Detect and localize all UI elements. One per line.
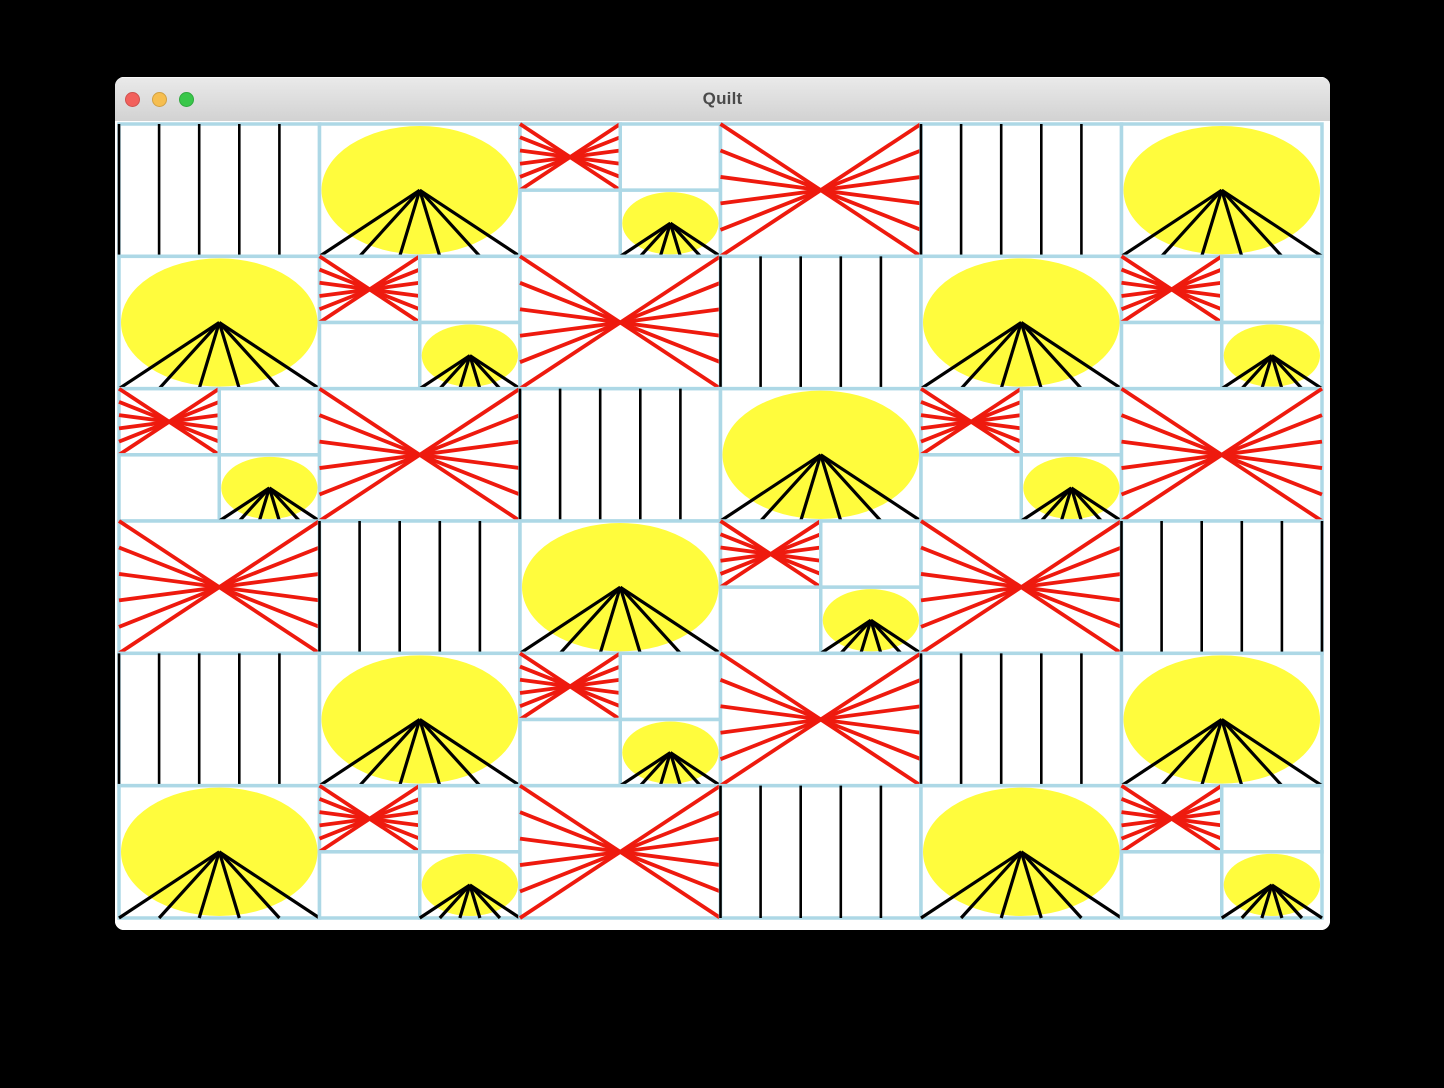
quilt-block-vlines <box>119 124 320 256</box>
quilt-block-subdivided <box>320 256 521 388</box>
sub-patch-blank <box>520 720 620 786</box>
quilt-block-subdivided <box>119 389 320 521</box>
sub-patch-crossx <box>721 521 821 587</box>
quilt-block-subdivided <box>921 389 1122 521</box>
quilt-block-fan <box>921 256 1122 388</box>
sub-patch-fan <box>1222 852 1322 918</box>
sub-patch-blank <box>620 124 720 190</box>
sub-patch-fan <box>620 720 720 786</box>
sub-patch-blank <box>1122 852 1222 918</box>
sub-patch-blank <box>320 852 420 918</box>
quilt-window: Quilt <box>115 77 1330 930</box>
sub-patch-crossx <box>520 124 620 190</box>
window-title: Quilt <box>703 89 743 109</box>
quilt-block-subdivided <box>1122 256 1323 388</box>
sub-patch-crossx <box>1122 256 1222 322</box>
quilt-block-vlines <box>721 256 922 388</box>
sub-patch-fan <box>620 190 720 256</box>
quilt-block-fan <box>520 521 721 653</box>
sub-patch-fan <box>420 323 520 389</box>
quilt-block-subdivided <box>1122 786 1323 918</box>
sub-patch-blank <box>420 256 520 322</box>
quilt-block-subdivided <box>520 653 721 785</box>
sub-patch-crossx <box>520 653 620 719</box>
quilt-block-vlines <box>921 653 1122 785</box>
quilt-block-fan <box>320 124 521 256</box>
sub-patch-fan <box>821 587 921 653</box>
quilt-block-vlines <box>119 653 320 785</box>
quilt-block-vlines <box>1122 521 1323 653</box>
sub-patch-crossx <box>921 389 1021 455</box>
quilt-block-fan <box>721 389 922 521</box>
quilt-block-vlines <box>520 389 721 521</box>
sub-patch-crossx <box>320 256 420 322</box>
sub-patch-blank <box>520 190 620 256</box>
quilt-block-fan <box>119 786 320 918</box>
title-bar[interactable]: Quilt <box>115 77 1330 122</box>
sub-patch-blank <box>320 323 420 389</box>
sub-patch-blank <box>821 521 921 587</box>
quilt-block-crossx <box>520 256 721 388</box>
sub-patch-crossx <box>1122 786 1222 852</box>
close-button[interactable] <box>125 92 140 107</box>
sub-patch-crossx <box>119 389 219 455</box>
sub-patch-blank <box>1122 323 1222 389</box>
sub-patch-blank <box>219 389 319 455</box>
quilt-block-fan <box>921 786 1122 918</box>
quilt-block-crossx <box>119 521 320 653</box>
sub-patch-blank <box>620 653 720 719</box>
sub-patch-blank <box>420 786 520 852</box>
sub-patch-fan <box>1222 323 1322 389</box>
minimize-button[interactable] <box>152 92 167 107</box>
quilt-block-crossx <box>520 786 721 918</box>
quilt-block-fan <box>1122 653 1323 785</box>
sub-patch-fan <box>1021 455 1121 521</box>
quilt-block-vlines <box>921 124 1122 256</box>
zoom-button[interactable] <box>179 92 194 107</box>
quilt-block-fan <box>119 256 320 388</box>
quilt-block-fan <box>320 653 521 785</box>
quilt-block-crossx <box>320 389 521 521</box>
quilt-block-vlines <box>320 521 521 653</box>
screen-background: Quilt <box>0 0 1444 1088</box>
quilt-canvas <box>117 122 1324 920</box>
sub-patch-fan <box>219 455 319 521</box>
sub-patch-blank <box>1222 786 1322 852</box>
quilt-block-crossx <box>721 124 922 256</box>
sub-patch-blank <box>1021 389 1121 455</box>
sub-patch-blank <box>119 455 219 521</box>
quilt-block-fan <box>1122 124 1323 256</box>
quilt-block-subdivided <box>520 124 721 256</box>
quilt-block-crossx <box>1122 389 1323 521</box>
traffic-lights <box>125 77 194 121</box>
quilt-block-subdivided <box>320 786 521 918</box>
sub-patch-blank <box>921 455 1021 521</box>
quilt-block-vlines <box>721 786 922 918</box>
sub-patch-crossx <box>320 786 420 852</box>
quilt-block-crossx <box>921 521 1122 653</box>
quilt-block-crossx <box>721 653 922 785</box>
sub-patch-blank <box>721 587 821 653</box>
window-content <box>115 121 1330 930</box>
quilt-block-subdivided <box>721 521 922 653</box>
sub-patch-blank <box>1222 256 1322 322</box>
sub-patch-fan <box>420 852 520 918</box>
